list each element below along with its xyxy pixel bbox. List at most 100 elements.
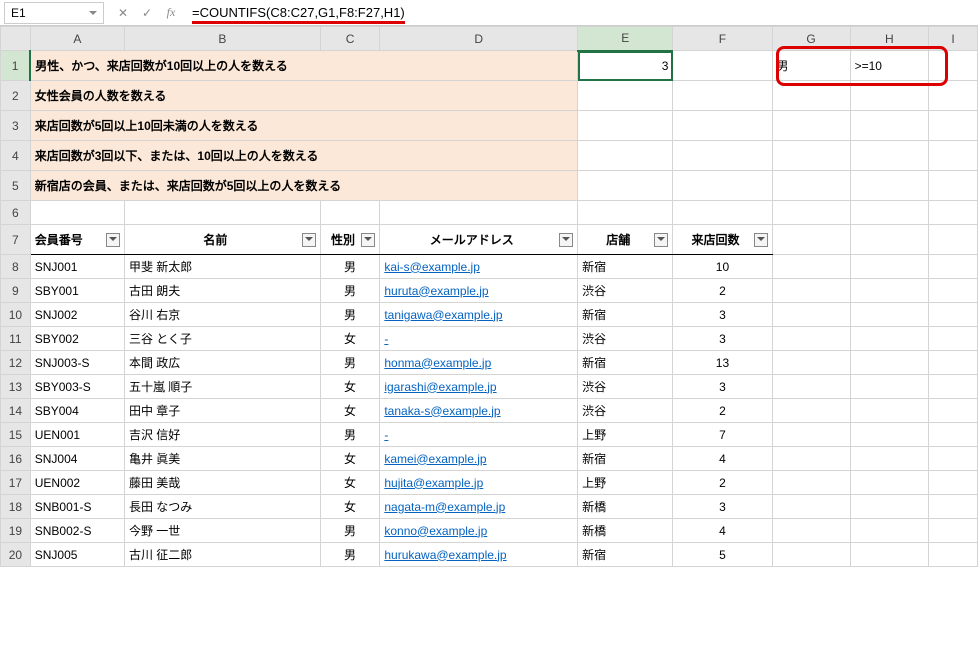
cell-store[interactable]: 新宿	[578, 543, 673, 567]
cell-name[interactable]: 古田 朗夫	[124, 279, 320, 303]
cell-memberid[interactable]: SNJ005	[30, 543, 124, 567]
spreadsheet-grid[interactable]: ABCDEFGHI 1男性、かつ、来店回数が10回以上の人を数える3男>=102…	[0, 26, 978, 567]
cell-G11[interactable]	[772, 327, 850, 351]
cell-mail[interactable]: hurukawa@example.jp	[380, 543, 578, 567]
cell-I19[interactable]	[929, 519, 978, 543]
row-header-1[interactable]: 1	[1, 51, 31, 81]
table-header-f[interactable]: 来店回数	[673, 225, 772, 255]
cell-mail[interactable]: tanigawa@example.jp	[380, 303, 578, 327]
cell-I11[interactable]	[929, 327, 978, 351]
cell-visits[interactable]: 3	[673, 375, 772, 399]
filter-dropdown-icon[interactable]	[106, 233, 120, 247]
cell-memberid[interactable]: UEN002	[30, 471, 124, 495]
cell-store[interactable]: 渋谷	[578, 375, 673, 399]
cell-sex[interactable]: 女	[320, 327, 380, 351]
mail-link[interactable]: -	[384, 332, 388, 346]
cell-memberid[interactable]: SBY004	[30, 399, 124, 423]
col-header-A[interactable]: A	[30, 27, 124, 51]
row-header-19[interactable]: 19	[1, 519, 31, 543]
fx-icon[interactable]: fx	[162, 4, 180, 22]
cell-store[interactable]: 渋谷	[578, 327, 673, 351]
cell-H6[interactable]	[850, 201, 929, 225]
cell-G2[interactable]	[772, 81, 850, 111]
cell-E6[interactable]	[578, 201, 673, 225]
row-header-15[interactable]: 15	[1, 423, 31, 447]
cell-G14[interactable]	[772, 399, 850, 423]
row-header-12[interactable]: 12	[1, 351, 31, 375]
cell-I10[interactable]	[929, 303, 978, 327]
mail-link[interactable]: kai-s@example.jp	[384, 260, 480, 274]
cell-G1[interactable]: 男	[772, 51, 850, 81]
cell-sex[interactable]: 男	[320, 303, 380, 327]
cell-name[interactable]: 長田 なつみ	[124, 495, 320, 519]
col-header-B[interactable]: B	[124, 27, 320, 51]
cell-H20[interactable]	[850, 543, 929, 567]
cell-F5[interactable]	[673, 171, 772, 201]
cell-I7[interactable]	[929, 225, 978, 255]
filter-dropdown-icon[interactable]	[559, 233, 573, 247]
cell-F2[interactable]	[673, 81, 772, 111]
cell-memberid[interactable]: SNJ003-S	[30, 351, 124, 375]
cell-sex[interactable]: 女	[320, 375, 380, 399]
table-header-d[interactable]: メールアドレス	[380, 225, 578, 255]
cell-store[interactable]: 上野	[578, 471, 673, 495]
cell-sex[interactable]: 女	[320, 447, 380, 471]
cell-mail[interactable]: igarashi@example.jp	[380, 375, 578, 399]
cell-I13[interactable]	[929, 375, 978, 399]
select-all-corner[interactable]	[1, 27, 31, 51]
mail-link[interactable]: -	[384, 428, 388, 442]
mail-link[interactable]: honma@example.jp	[384, 356, 491, 370]
cell-memberid[interactable]: SBY003-S	[30, 375, 124, 399]
cell-F1[interactable]	[673, 51, 772, 81]
cell-G12[interactable]	[772, 351, 850, 375]
cell-E4[interactable]	[578, 141, 673, 171]
cell-mail[interactable]: nagata-m@example.jp	[380, 495, 578, 519]
row-header-13[interactable]: 13	[1, 375, 31, 399]
col-header-C[interactable]: C	[320, 27, 380, 51]
cell-mail[interactable]: konno@example.jp	[380, 519, 578, 543]
cell-G4[interactable]	[772, 141, 850, 171]
cell-H12[interactable]	[850, 351, 929, 375]
mail-link[interactable]: nagata-m@example.jp	[384, 500, 505, 514]
desc-row-4[interactable]: 来店回数が3回以下、または、10回以上の人を数える	[30, 141, 577, 171]
mail-link[interactable]: huruta@example.jp	[384, 284, 488, 298]
cell-E1[interactable]: 3	[578, 51, 673, 81]
table-header-c[interactable]: 性別	[320, 225, 380, 255]
row-header-17[interactable]: 17	[1, 471, 31, 495]
table-header-e[interactable]: 店舗	[578, 225, 673, 255]
cell-I20[interactable]	[929, 543, 978, 567]
desc-row-1[interactable]: 男性、かつ、来店回数が10回以上の人を数える	[30, 51, 577, 81]
row-header-7[interactable]: 7	[1, 225, 31, 255]
cell-visits[interactable]: 7	[673, 423, 772, 447]
mail-link[interactable]: hujita@example.jp	[384, 476, 483, 490]
cell-mail[interactable]: kamei@example.jp	[380, 447, 578, 471]
cell-memberid[interactable]: SNJ004	[30, 447, 124, 471]
filter-dropdown-icon[interactable]	[754, 233, 768, 247]
cell-store[interactable]: 新宿	[578, 303, 673, 327]
cell-H16[interactable]	[850, 447, 929, 471]
cell-memberid[interactable]: SNB001-S	[30, 495, 124, 519]
cell-name[interactable]: 谷川 右京	[124, 303, 320, 327]
cell-name[interactable]: 古川 征二郎	[124, 543, 320, 567]
mail-link[interactable]: hurukawa@example.jp	[384, 548, 506, 562]
cell-name[interactable]: 甲斐 新太郎	[124, 255, 320, 279]
col-header-I[interactable]: I	[929, 27, 978, 51]
cell-H17[interactable]	[850, 471, 929, 495]
mail-link[interactable]: tanaka-s@example.jp	[384, 404, 500, 418]
desc-row-2[interactable]: 女性会員の人数を数える	[30, 81, 577, 111]
cell-store[interactable]: 渋谷	[578, 399, 673, 423]
enter-icon[interactable]: ✓	[138, 4, 156, 22]
cell-I14[interactable]	[929, 399, 978, 423]
cell-H19[interactable]	[850, 519, 929, 543]
cell-sex[interactable]: 女	[320, 399, 380, 423]
mail-link[interactable]: konno@example.jp	[384, 524, 487, 538]
cell-sex[interactable]: 女	[320, 495, 380, 519]
row-header-16[interactable]: 16	[1, 447, 31, 471]
cell-G9[interactable]	[772, 279, 850, 303]
cell-memberid[interactable]: SNB002-S	[30, 519, 124, 543]
row-header-8[interactable]: 8	[1, 255, 31, 279]
cell-G19[interactable]	[772, 519, 850, 543]
cell-mail[interactable]: kai-s@example.jp	[380, 255, 578, 279]
table-header-b[interactable]: 名前	[124, 225, 320, 255]
cell-name[interactable]: 本間 政広	[124, 351, 320, 375]
